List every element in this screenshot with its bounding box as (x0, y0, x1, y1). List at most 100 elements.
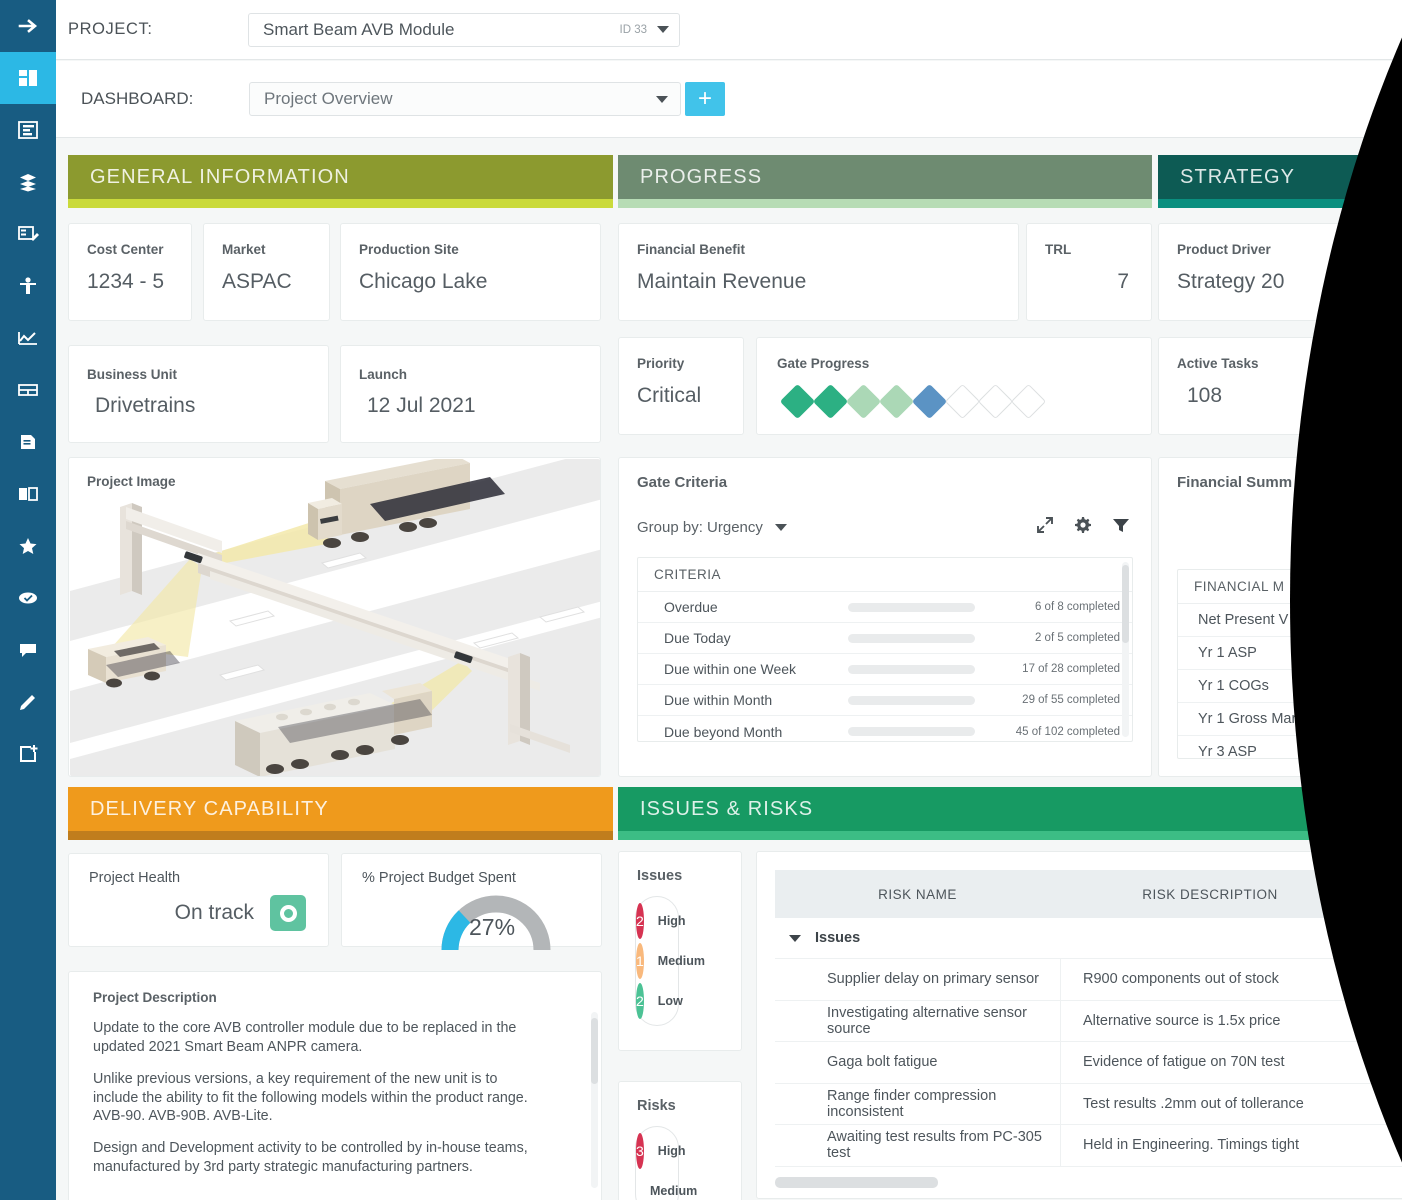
table-row[interactable]: Range finder compression inconsistent Te… (775, 1084, 1402, 1126)
sidebar-item-layout[interactable] (0, 364, 56, 416)
chevron-down-icon[interactable] (775, 524, 787, 531)
criteria-name: Due within one Week (638, 661, 848, 677)
sidebar-item-people[interactable] (0, 260, 56, 312)
gate-criteria-row[interactable]: Due within one Week 17 of 28 completed (638, 654, 1132, 685)
table-row[interactable]: Supplier delay on primary sensor R900 co… (775, 959, 1402, 1001)
gate-criteria-row[interactable]: Due Today 2 of 5 completed (638, 623, 1132, 654)
field-label: Launch (359, 367, 600, 382)
dashboard-selector[interactable]: Project Overview (249, 82, 681, 116)
app-root: PROJECT: Smart Beam AVB Module ID 33 DAS… (0, 0, 1402, 1200)
cell-risk-name: Gaga bolt fatigue (775, 1054, 1060, 1070)
field-value: Chicago Lake (359, 270, 600, 294)
dashboard-canvas: GENERAL INFORMATION Cost Center 1234 - 5… (56, 139, 1402, 1200)
criteria-name: Due beyond Month (638, 724, 848, 740)
general-information-header: GENERAL INFORMATION (68, 155, 613, 199)
gate-indicator-5[interactable] (912, 384, 947, 419)
field-trl[interactable]: TRL 7 (1026, 223, 1152, 321)
general-information-title: GENERAL INFORMATION (90, 166, 350, 189)
sidebar-item-stack[interactable] (0, 156, 56, 208)
risks-summary-card[interactable]: Risks 3 High Medium (618, 1081, 742, 1200)
financial-summary-rows: Net Present VYr 1 ASPYr 1 COGsYr 1 Gross… (1178, 604, 1402, 759)
sidebar-item-book[interactable] (0, 468, 56, 520)
field-value: Critical (637, 384, 743, 408)
financial-row[interactable]: Yr 1 ASP (1178, 637, 1402, 670)
gate-criteria-column-header: CRITERIA (638, 558, 1132, 592)
status-badge (270, 895, 306, 931)
field-market[interactable]: Market ASPAC (203, 223, 330, 321)
gate-indicator-6[interactable] (945, 384, 980, 419)
level-count-medium[interactable]: 1 (636, 943, 644, 979)
financial-row[interactable]: Yr 3 ASP (1178, 736, 1402, 759)
field-product-driver[interactable]: Product Driver Strategy 20 (1158, 223, 1402, 321)
sidebar-item-dashboard[interactable] (0, 52, 56, 104)
level-label-medium: Medium (650, 1184, 697, 1198)
progress-accent (618, 199, 1152, 208)
stack-icon (17, 171, 39, 193)
sidebar-item-chart-line[interactable] (0, 312, 56, 364)
issues-summary-card[interactable]: Issues 2 High 1 Medium 2 Low (618, 851, 742, 1051)
gate-criteria-table: CRITERIA Overdue 6 of 8 completed Due To… (637, 557, 1133, 742)
risks-table-horizontal-scrollbar[interactable] (775, 1177, 938, 1188)
gear-icon[interactable] (1073, 515, 1093, 540)
gate-criteria-row[interactable]: Due beyond Month 45 of 102 completed (638, 716, 1132, 742)
project-image-card[interactable]: Project Image (68, 457, 601, 777)
layout-icon (17, 379, 39, 401)
description-scroll-thumb[interactable] (591, 1018, 598, 1084)
sidebar-item-star[interactable] (0, 520, 56, 572)
star-icon (17, 535, 39, 557)
gate-indicator-3[interactable] (846, 384, 881, 419)
level-count-high[interactable]: 3 (636, 1133, 644, 1169)
field-business-unit[interactable]: Business Unit Drivetrains (68, 345, 329, 443)
gate-indicator-4[interactable] (879, 384, 914, 419)
sidebar-item-check-cloud[interactable] (0, 572, 56, 624)
gate-criteria-row[interactable]: Due within Month 29 of 55 completed (638, 685, 1132, 716)
project-description-body: Update to the core AVB controller module… (93, 1019, 541, 1177)
sidebar-item-pencil[interactable] (0, 676, 56, 728)
section-general-information: GENERAL INFORMATION (68, 155, 613, 208)
issues-title: Issues (637, 868, 741, 884)
sidebar-item-gantt[interactable] (0, 104, 56, 156)
table-row[interactable]: Investigating alternative sensor source … (775, 1001, 1402, 1043)
risks-table-group-row[interactable]: Issues (775, 918, 1402, 959)
gate-indicator-8[interactable] (1011, 384, 1046, 419)
field-priority[interactable]: Priority Critical (618, 337, 744, 435)
chevron-down-icon[interactable] (789, 935, 801, 942)
add-dashboard-button[interactable]: + (685, 82, 725, 116)
financial-row[interactable]: Net Present V (1178, 604, 1402, 637)
field-active-tasks[interactable]: Active Tasks 108 (1158, 337, 1402, 435)
budget-spent-card[interactable]: % Project Budget Spent 27% (341, 853, 602, 947)
gate-progress-card[interactable]: Gate Progress (756, 337, 1152, 435)
expand-icon[interactable] (1035, 515, 1055, 540)
gate-criteria-scroll-thumb[interactable] (1122, 565, 1129, 643)
sidebar-item-new-window[interactable] (0, 728, 56, 780)
sidebar-item-form-edit[interactable] (0, 208, 56, 260)
field-launch[interactable]: Launch 12 Jul 2021 (340, 345, 601, 443)
table-row[interactable]: Gaga bolt fatigue Evidence of fatigue on… (775, 1042, 1402, 1084)
financial-row[interactable]: Yr 1 Gross Mar (1178, 703, 1402, 736)
field-financial-benefit[interactable]: Financial Benefit Maintain Revenue (618, 223, 1019, 321)
field-cost-center[interactable]: Cost Center 1234 - 5 (68, 223, 192, 321)
project-image-label: Project Image (87, 474, 176, 489)
sidebar-item-document[interactable] (0, 416, 56, 468)
project-description-card[interactable]: Project Description Update to the core A… (68, 971, 602, 1200)
group-by-label[interactable]: Group by: Urgency (637, 519, 763, 536)
level-label-high: High (658, 914, 686, 928)
level-count-high[interactable]: 2 (636, 903, 644, 939)
field-production-site[interactable]: Production Site Chicago Lake (340, 223, 601, 321)
table-row[interactable]: Awaiting test results from PC-305 test H… (775, 1125, 1402, 1167)
level-count-low[interactable]: 2 (636, 983, 644, 1019)
gate-indicator-7[interactable] (978, 384, 1013, 419)
traffic-light-column: 3 High Medium (635, 1126, 679, 1200)
financial-row[interactable]: Yr 1 COGs (1178, 670, 1402, 703)
sidebar-item-comment[interactable] (0, 624, 56, 676)
project-selector[interactable]: Smart Beam AVB Module ID 33 (248, 13, 680, 47)
gate-criteria-row[interactable]: Overdue 6 of 8 completed (638, 592, 1132, 623)
project-health-card[interactable]: Project Health On track (68, 853, 329, 947)
sidebar-item-collapse-arrow[interactable] (0, 0, 56, 52)
gate-indicator-2[interactable] (813, 384, 848, 419)
gate-indicator-1[interactable] (780, 384, 815, 419)
budget-percent-value: 27% (469, 914, 515, 941)
filter-icon[interactable] (1111, 515, 1131, 540)
criteria-progress-bar (848, 603, 975, 612)
gate-progress-indicators[interactable] (785, 389, 1151, 419)
